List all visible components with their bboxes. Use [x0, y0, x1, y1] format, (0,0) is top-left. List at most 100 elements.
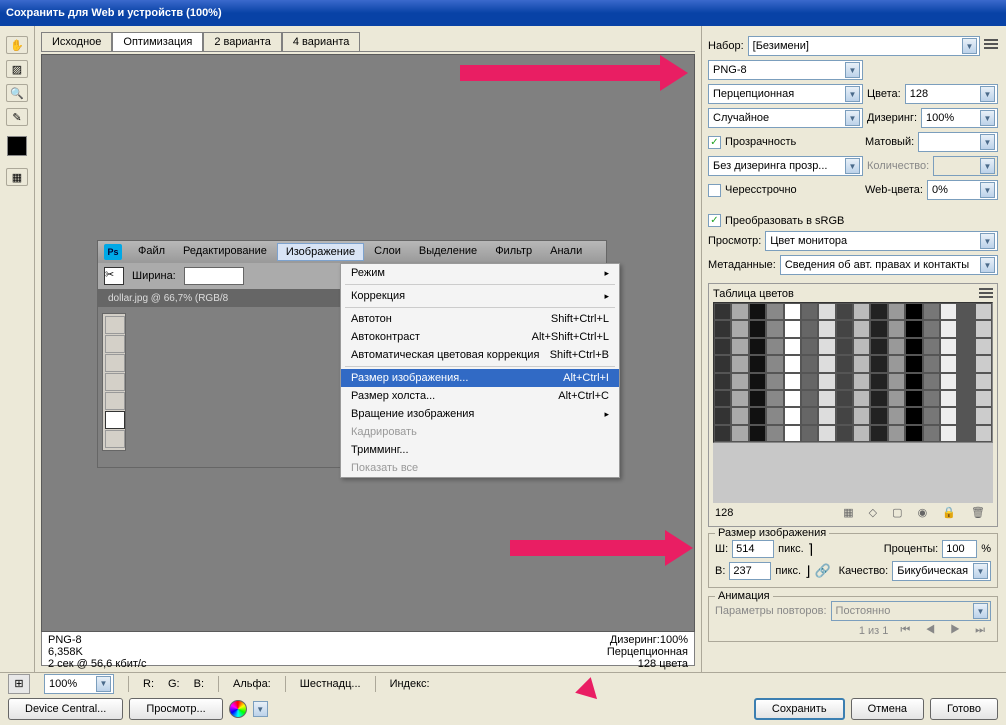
view-select[interactable]: Цвет монитора▼: [765, 231, 998, 251]
dd-image-rotation[interactable]: Вращение изображения: [341, 405, 619, 423]
browser-dropdown-icon[interactable]: ▼: [253, 701, 268, 717]
width-input[interactable]: [732, 540, 774, 558]
ps-crop-tool-icon[interactable]: ✂: [104, 267, 124, 285]
annotation-arrow-3: [580, 681, 600, 703]
link-icon[interactable]: 🔗: [814, 563, 830, 579]
ps-menu-select[interactable]: Выделение: [411, 243, 485, 261]
metadata-select[interactable]: Сведения об авт. правах и контакты▼: [780, 255, 998, 275]
dd-mode[interactable]: Режим: [341, 264, 619, 282]
ps-menu-file[interactable]: Файл: [130, 243, 173, 261]
ps-menu-layers[interactable]: Слои: [366, 243, 409, 261]
format-select[interactable]: PNG-8▼: [708, 60, 863, 80]
button-bar: Device Central... Просмотр... ▼ Сохранит…: [0, 694, 1006, 724]
dd-autocontrast[interactable]: АвтоконтрастAlt+Shift+Ctrl+L: [341, 328, 619, 346]
toggle-slice-vis[interactable]: ▦: [6, 168, 28, 186]
g-label: G:: [168, 678, 180, 690]
ps-menu-filter[interactable]: Фильтр: [487, 243, 540, 261]
cancel-button[interactable]: Отмена: [851, 698, 924, 720]
anim-controls: ⏮ ◀ ▶ ⏭: [900, 624, 991, 637]
hex-label: Шестнадц...: [300, 678, 361, 690]
dd-autocolor[interactable]: Автоматическая цветовая коррекцияShift+C…: [341, 346, 619, 364]
ps-tool-5[interactable]: [105, 392, 125, 410]
save-button[interactable]: Сохранить: [754, 698, 845, 720]
dd-trim[interactable]: Тримминг...: [341, 441, 619, 459]
color-swatch[interactable]: [7, 136, 27, 156]
browser-preview-icon[interactable]: [229, 700, 247, 718]
srgb-checkbox[interactable]: ✓: [708, 214, 721, 227]
status-size: 6,358K: [48, 646, 83, 658]
percent-input[interactable]: [942, 540, 977, 558]
zoom-select[interactable]: 100%▼: [44, 674, 114, 694]
eyedropper-tool[interactable]: ✎: [6, 108, 28, 126]
ct-icons[interactable]: ▦ ◇ ▢ ◉ 🔒 🗑: [843, 506, 991, 519]
anim-repeat-label: Параметры повторов:: [715, 605, 827, 617]
zoom-tool[interactable]: 🔍: [6, 84, 28, 102]
px-label2: пикс.: [775, 565, 801, 577]
srgb-label: Преобразовать в sRGB: [725, 215, 844, 227]
ps-width-input[interactable]: [184, 267, 244, 285]
colors-label: Цвета:: [867, 88, 901, 100]
interlaced-label: Чересстрочно: [725, 184, 861, 196]
tab-4up[interactable]: 4 варианта: [282, 32, 361, 51]
window-titlebar: Сохранить для Web и устройств (100%): [0, 0, 1006, 26]
quality-select[interactable]: Бикубическая▼: [892, 561, 991, 581]
tab-optimized[interactable]: Оптимизация: [112, 32, 203, 51]
annotation-arrow-1: [460, 55, 688, 91]
ct-menu-icon[interactable]: [979, 288, 993, 302]
ps-tool-7[interactable]: [105, 430, 125, 448]
slice-tool[interactable]: ▨: [6, 60, 28, 78]
ps-menu-analysis[interactable]: Анали: [542, 243, 590, 261]
ps-width-label: Ширина:: [132, 270, 176, 282]
tab-original[interactable]: Исходное: [41, 32, 112, 51]
color-table-grid[interactable]: [713, 302, 993, 443]
amount-label: Количество:: [867, 160, 929, 172]
dither-type-select[interactable]: Случайное▼: [708, 108, 863, 128]
ps-tool-4[interactable]: [105, 373, 125, 391]
preview-button[interactable]: Просмотр...: [129, 698, 222, 720]
ps-tool-2[interactable]: [105, 335, 125, 353]
done-button[interactable]: Готово: [930, 698, 998, 720]
reduction-select[interactable]: Перцепционная▼: [708, 84, 863, 104]
status-time: 2 сек @ 56,6 кбит/с: [48, 658, 146, 670]
percent-label: Проценты:: [884, 543, 939, 555]
center-panel: Исходное Оптимизация 2 варианта 4 вариан…: [35, 26, 701, 672]
dd-image-size[interactable]: Размер изображения...Alt+Ctrl+I: [341, 369, 619, 387]
ps-tool-6[interactable]: [105, 411, 125, 429]
ct-count: 128: [715, 507, 733, 519]
dd-autotone[interactable]: АвтотонShift+Ctrl+L: [341, 310, 619, 328]
dd-canvas-size[interactable]: Размер холста...Alt+Ctrl+C: [341, 387, 619, 405]
tab-2up[interactable]: 2 варианта: [203, 32, 282, 51]
matte-label: Матовый:: [865, 136, 914, 148]
height-input[interactable]: [729, 562, 771, 580]
colors-select[interactable]: 128▼: [905, 84, 998, 104]
anim-frame: 1 из 1: [859, 625, 889, 637]
index-label: Индекс:: [390, 678, 430, 690]
ps-tool-1[interactable]: [105, 316, 125, 334]
transparency-checkbox[interactable]: ✓: [708, 136, 721, 149]
h-label: В:: [715, 565, 725, 577]
dd-crop: Кадрировать: [341, 423, 619, 441]
ps-menu-edit[interactable]: Редактирование: [175, 243, 275, 261]
ps-image-dropdown: Режим Коррекция АвтотонShift+Ctrl+L Авто…: [340, 263, 620, 478]
quality-label: Качество:: [839, 565, 889, 577]
image-size-title: Размер изображения: [715, 527, 829, 539]
dd-correction[interactable]: Коррекция: [341, 287, 619, 305]
left-toolbar: ✋ ▨ 🔍 ✎ ▦: [0, 26, 35, 672]
status-colors: 128 цвета: [638, 658, 688, 670]
dither-value-select[interactable]: 100%▼: [921, 108, 998, 128]
web-select[interactable]: 0%▼: [927, 180, 998, 200]
panel-menu-icon[interactable]: [984, 39, 998, 53]
device-central-button[interactable]: Device Central...: [8, 698, 123, 720]
display-icon[interactable]: ⊞: [8, 674, 30, 694]
interlaced-checkbox[interactable]: [708, 184, 721, 197]
transparency-label: Прозрачность: [725, 136, 861, 148]
trans-dither-select[interactable]: Без дизеринга прозр...▼: [708, 156, 863, 176]
preset-select[interactable]: [Безимени]▼: [748, 36, 980, 56]
hand-tool[interactable]: ✋: [6, 36, 28, 54]
ps-menu-image[interactable]: Изображение: [277, 243, 364, 261]
embedded-ps-window: Ps Файл Редактирование Изображение Слои …: [97, 240, 607, 468]
amount-select: ▼: [933, 156, 998, 176]
ps-tool-3[interactable]: [105, 354, 125, 372]
r-label: R:: [143, 678, 154, 690]
matte-select[interactable]: ▼: [918, 132, 998, 152]
